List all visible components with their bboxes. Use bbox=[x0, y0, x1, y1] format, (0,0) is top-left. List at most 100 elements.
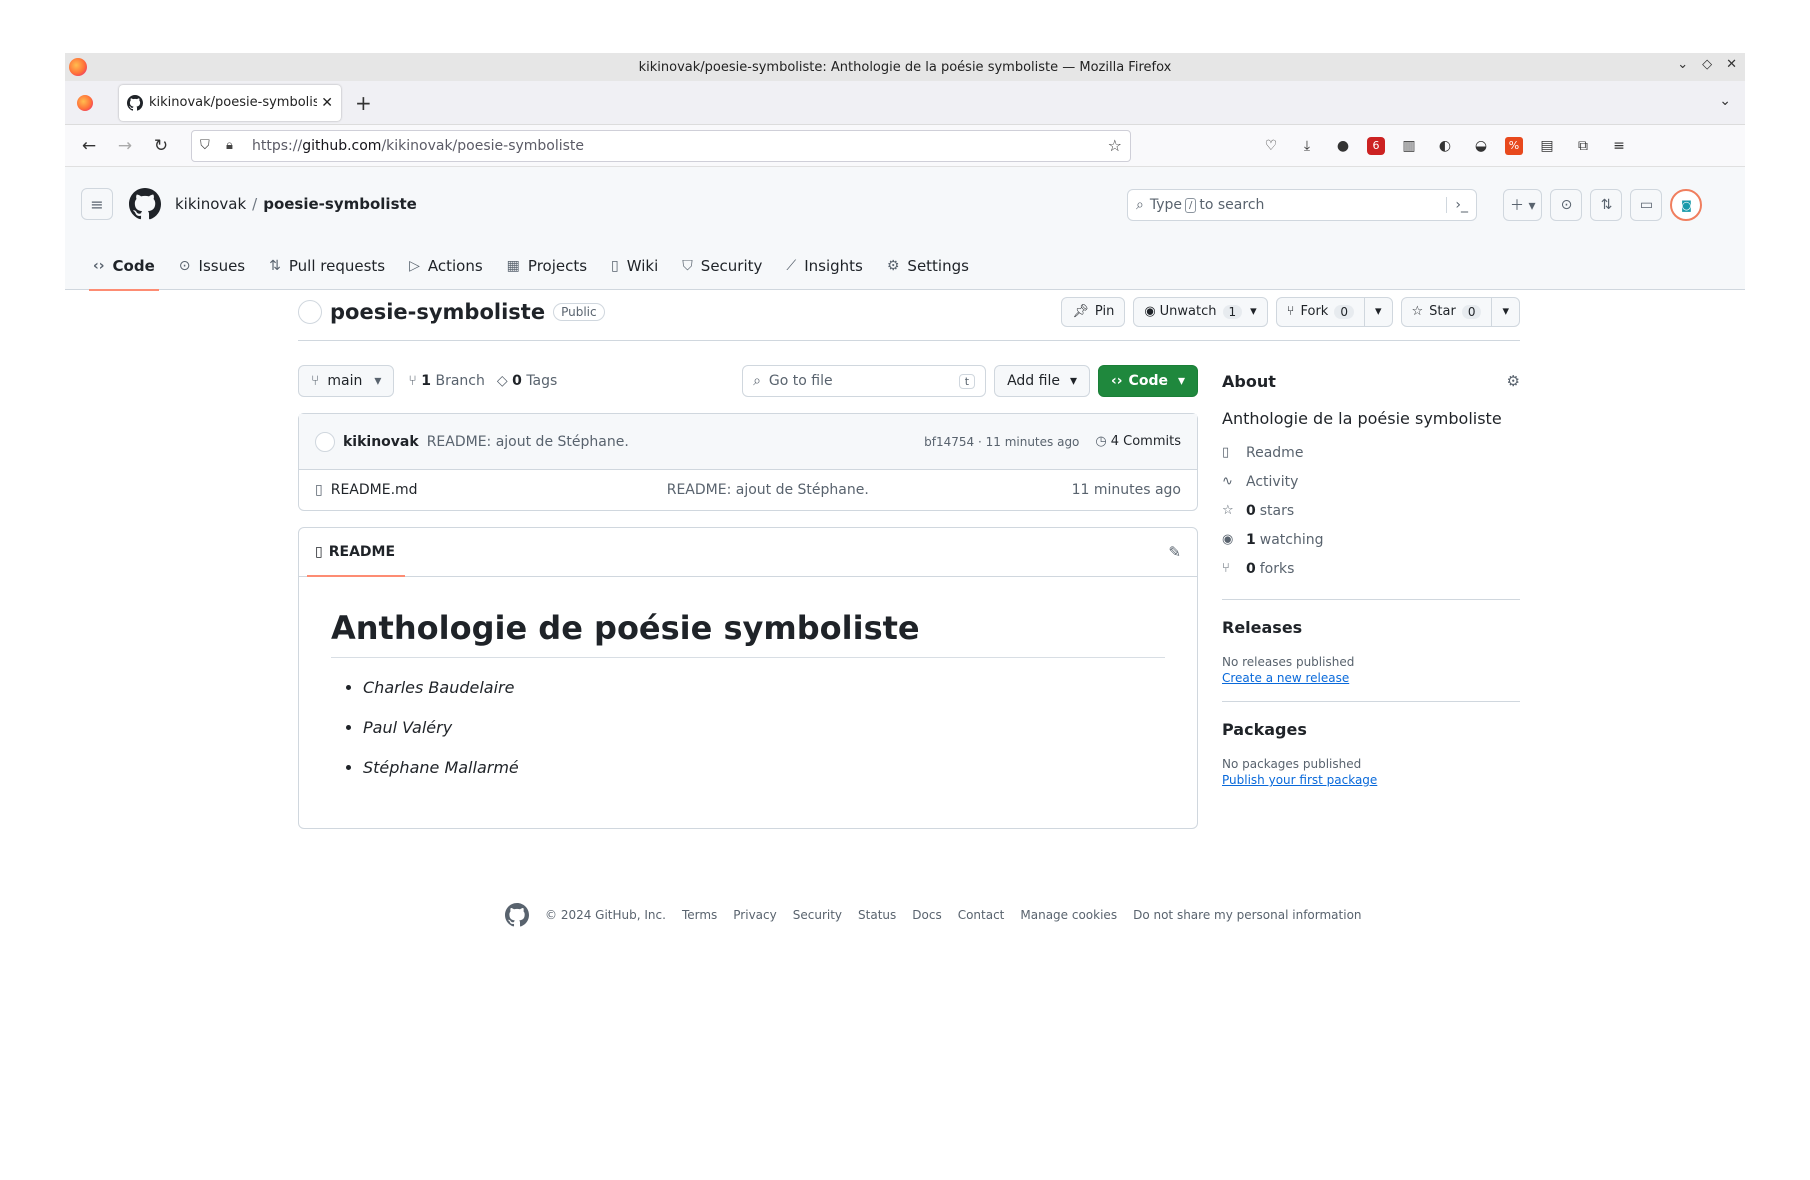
reload-icon[interactable]: ↻ bbox=[143, 136, 179, 156]
repo-avatar[interactable] bbox=[298, 299, 322, 324]
github-logo-icon[interactable] bbox=[505, 903, 529, 927]
footer-link[interactable]: Docs bbox=[912, 908, 941, 922]
ublock-icon[interactable]: 6 bbox=[1367, 136, 1385, 155]
forward-icon[interactable]: → bbox=[107, 136, 143, 156]
readme-tab[interactable]: ▯ README bbox=[315, 544, 395, 560]
readme-link[interactable]: ▯ Readme bbox=[1222, 438, 1520, 467]
footer-link[interactable]: Contact bbox=[958, 908, 1005, 922]
browser-tab[interactable]: kikinovak/poesie-symboliste ✕ bbox=[119, 84, 341, 121]
go-to-file-input[interactable]: ⌕ Go to file t bbox=[742, 365, 987, 397]
tab-issues[interactable]: ⊙ Issues bbox=[167, 241, 257, 290]
fork-icon: ⑂ bbox=[1222, 561, 1230, 576]
file-commit-message[interactable]: README: ajout de Stéphane. bbox=[667, 482, 869, 498]
repo-title[interactable]: poesie-symboliste bbox=[330, 300, 545, 324]
file-name[interactable]: README.md bbox=[331, 482, 667, 498]
close-window-icon[interactable]: ✕ bbox=[1726, 57, 1737, 72]
extensions-icon[interactable]: ⧉ bbox=[1571, 134, 1595, 158]
packages-heading[interactable]: Packages bbox=[1222, 720, 1520, 739]
close-tab-icon[interactable]: ✕ bbox=[321, 95, 333, 111]
search-input[interactable]: ⌕ Type / to search ›_ bbox=[1127, 189, 1477, 221]
gear-icon[interactable]: ⚙ bbox=[1507, 372, 1520, 390]
search-icon: ⌕ bbox=[753, 373, 761, 389]
pull-requests-icon[interactable]: ⇅ bbox=[1590, 189, 1623, 221]
create-new-icon[interactable]: ＋ ▾ bbox=[1503, 189, 1543, 221]
menu-icon[interactable]: ≡ bbox=[1607, 134, 1631, 158]
new-tab-button[interactable]: + bbox=[355, 91, 372, 115]
cookie-icon[interactable]: ◐ bbox=[1433, 134, 1457, 158]
commit-author[interactable]: kikinovak bbox=[343, 434, 419, 450]
back-icon[interactable]: ← bbox=[71, 136, 107, 156]
avatar[interactable] bbox=[315, 431, 335, 452]
fork-button[interactable]: ⑂ Fork 0 ▾ bbox=[1275, 296, 1393, 327]
packages-section: Packages No packages published Publish y… bbox=[1222, 701, 1520, 787]
maximize-icon[interactable]: ◇ bbox=[1702, 57, 1712, 72]
star-button[interactable]: ☆ Star 0 ▾ bbox=[1400, 296, 1520, 327]
commits-link[interactable]: ◷ 4 Commits bbox=[1095, 434, 1181, 449]
reader-icon[interactable]: ▤ bbox=[1535, 134, 1559, 158]
commit-hash[interactable]: bf14754 · 11 minutes ago bbox=[924, 435, 1079, 449]
create-release-link[interactable]: Create a new release bbox=[1222, 671, 1520, 685]
avatar[interactable]: ◙ bbox=[1670, 189, 1703, 221]
pin-icon: 📌︎ bbox=[1072, 304, 1089, 319]
footer-link[interactable]: Manage cookies bbox=[1020, 908, 1117, 922]
firefox-view-icon[interactable] bbox=[77, 94, 93, 111]
watching-link[interactable]: ◉ 1 watching bbox=[1222, 525, 1520, 554]
window-title: kikinovak/poesie-symboliste: Anthologie … bbox=[638, 59, 1172, 75]
issues-icon[interactable]: ⊙ bbox=[1550, 189, 1583, 221]
percent-extension-icon[interactable]: % bbox=[1505, 136, 1523, 155]
footer-link[interactable]: Do not share my personal information bbox=[1133, 908, 1361, 922]
minimize-icon[interactable]: ⌄ bbox=[1677, 57, 1688, 72]
issue-icon: ⊙ bbox=[178, 257, 191, 274]
releases-heading[interactable]: Releases bbox=[1222, 618, 1520, 637]
hamburger-menu-icon[interactable]: ≡ bbox=[81, 188, 113, 220]
branches-link[interactable]: ⑂ 1 Branch bbox=[408, 373, 484, 389]
lock-icon[interactable]: 🔒︎ bbox=[226, 138, 246, 153]
branch-select[interactable]: ⑂ main ▾ bbox=[298, 365, 395, 397]
forks-link[interactable]: ⑂ 0 forks bbox=[1222, 554, 1520, 583]
star-icon: ☆ bbox=[1411, 304, 1424, 319]
branch-icon: ⑂ bbox=[311, 373, 320, 389]
add-file-button[interactable]: Add file ▾ bbox=[994, 365, 1090, 397]
activity-link[interactable]: ∿ Activity bbox=[1222, 467, 1520, 496]
edit-pencil-icon[interactable]: ✎ bbox=[1168, 543, 1181, 561]
code-icon: ‹› bbox=[93, 257, 105, 274]
fork-dropdown-icon[interactable]: ▾ bbox=[1363, 297, 1392, 326]
privacy-extension-icon[interactable]: ◒ bbox=[1469, 134, 1493, 158]
list-all-tabs-icon[interactable]: ⌄ bbox=[1719, 93, 1731, 109]
code-button[interactable]: ‹› Code ▾ bbox=[1098, 365, 1198, 397]
info-extension-icon[interactable]: ● bbox=[1331, 134, 1355, 158]
footer-link[interactable]: Privacy bbox=[733, 908, 776, 922]
repo-link[interactable]: poesie-symboliste bbox=[263, 195, 417, 213]
downloads-icon[interactable]: ⤓ bbox=[1295, 134, 1319, 158]
extension-bars-icon[interactable]: ▥ bbox=[1397, 134, 1421, 158]
tag-icon: ◇ bbox=[496, 373, 508, 389]
table-icon: ▦ bbox=[506, 257, 520, 274]
command-palette-icon[interactable]: ›_ bbox=[1446, 197, 1468, 213]
footer-link[interactable]: Security bbox=[793, 908, 842, 922]
shield-icon[interactable]: ⛉ bbox=[200, 138, 220, 153]
pocket-icon[interactable]: ♡ bbox=[1259, 134, 1283, 158]
visibility-badge: Public bbox=[553, 302, 605, 321]
inbox-icon[interactable]: ▭ bbox=[1630, 189, 1663, 221]
github-logo-icon[interactable] bbox=[129, 188, 161, 220]
caret-down-icon: ▾ bbox=[374, 373, 382, 389]
file-toolbar: ⑂ main ▾ ⑂ 1 Branch ◇ 0 Tags ⌕ Go to file t … bbox=[298, 365, 1198, 397]
pin-button[interactable]: 📌︎ Pin bbox=[1061, 296, 1126, 327]
star-dropdown-icon[interactable]: ▾ bbox=[1491, 297, 1519, 326]
graph-icon: ⟋ bbox=[786, 257, 797, 274]
unwatch-button[interactable]: ◉ Unwatch 1 ▾ bbox=[1133, 296, 1268, 327]
footer-link[interactable]: Status bbox=[858, 908, 896, 922]
repo-description: Anthologie de la poésie symboliste bbox=[1222, 409, 1502, 428]
tags-link[interactable]: ◇ 0 Tags bbox=[497, 373, 557, 389]
github-header: ≡ kikinovak / poesie-symboliste ⌕ Type / to … bbox=[65, 167, 1745, 291]
bookmark-star-icon[interactable]: ☆ bbox=[1108, 136, 1122, 155]
url-bar[interactable]: ⛉ 🔒︎ https://github.com/kikinovak/poesie… bbox=[191, 129, 1131, 162]
owner-link[interactable]: kikinovak bbox=[175, 195, 246, 213]
play-icon: ▷ bbox=[409, 257, 420, 274]
commit-message[interactable]: README: ajout de Stéphane. bbox=[427, 434, 629, 450]
publish-package-link[interactable]: Publish your first package bbox=[1222, 773, 1520, 787]
footer-link[interactable]: Terms bbox=[682, 908, 717, 922]
stars-link[interactable]: ☆ 0 stars bbox=[1222, 496, 1520, 525]
file-icon: ▯ bbox=[315, 482, 323, 498]
tab-code[interactable]: ‹› Code bbox=[81, 241, 167, 291]
